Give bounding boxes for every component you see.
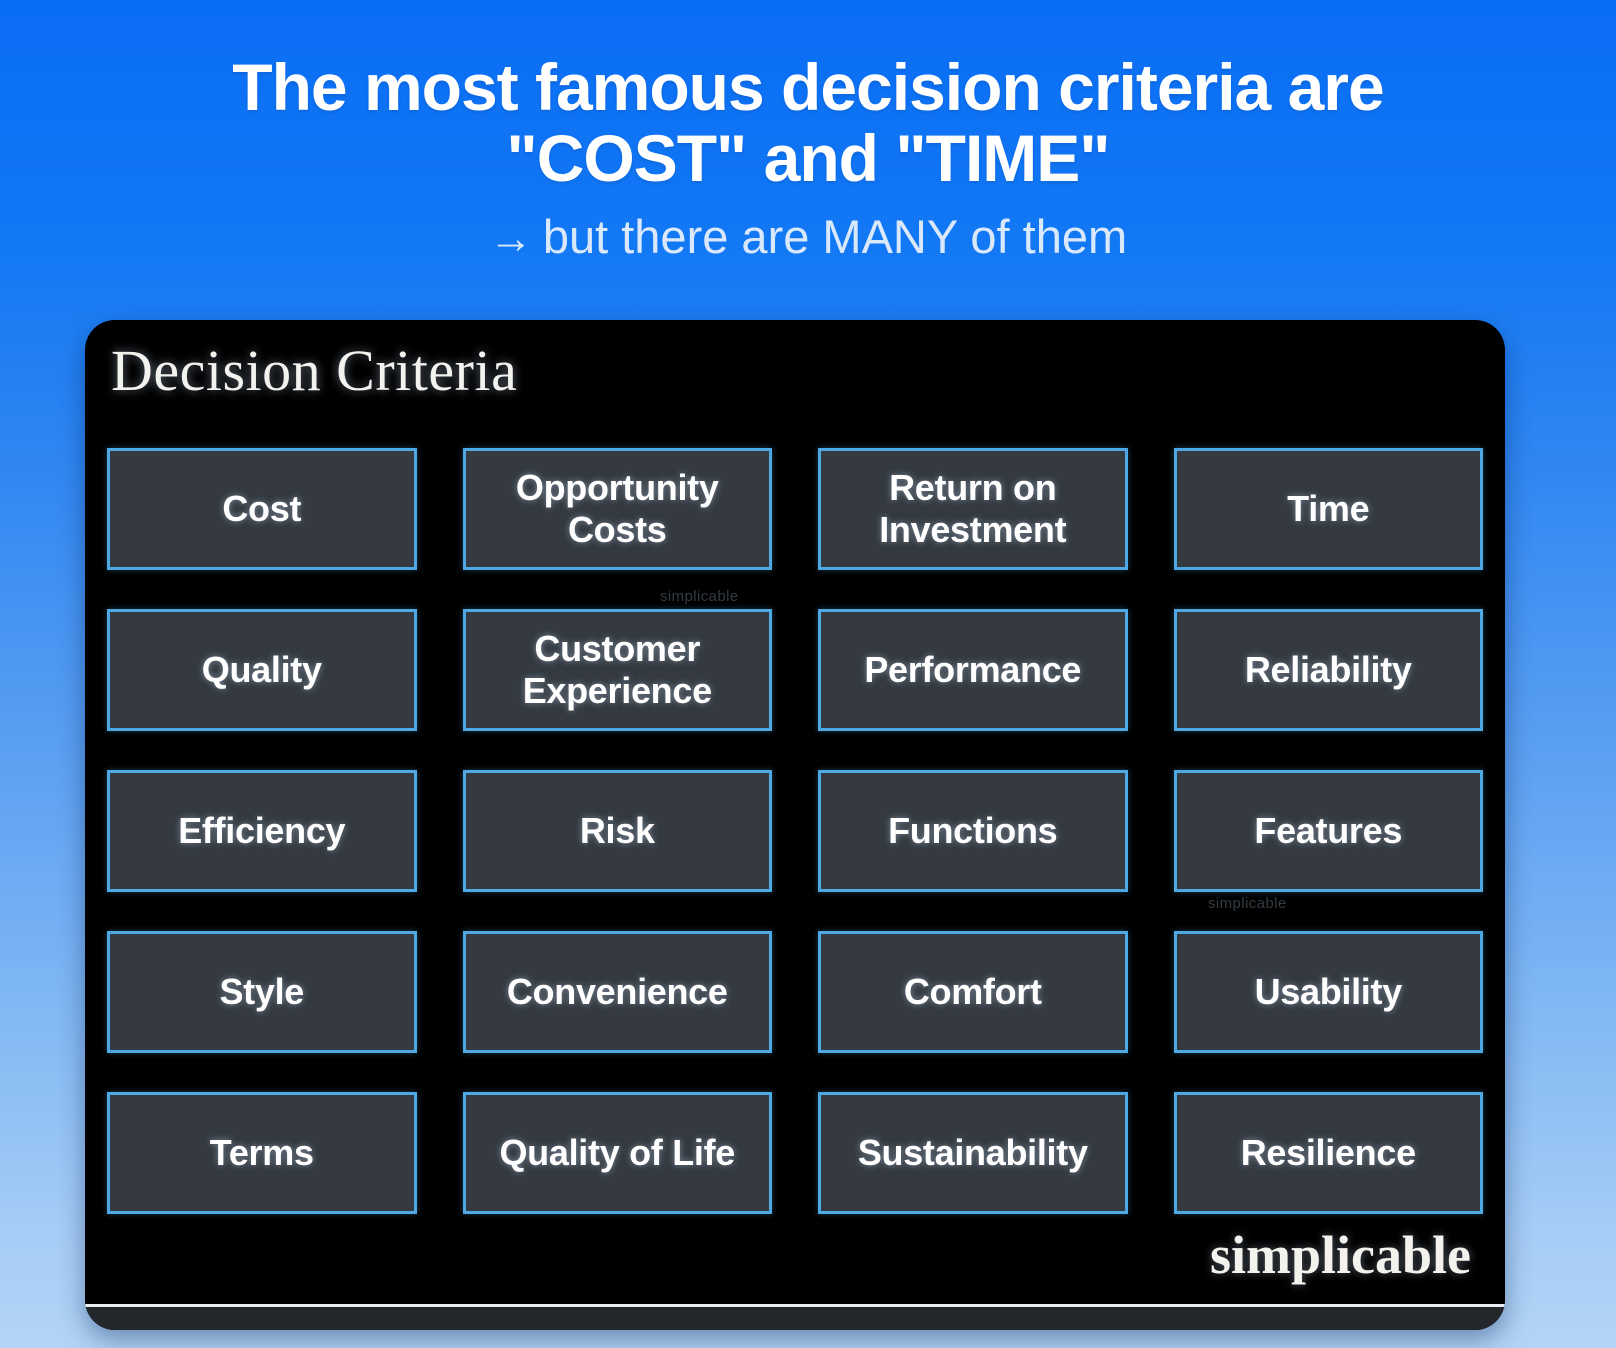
criteria-tile[interactable]: Cost	[107, 448, 417, 570]
criteria-tile-label: Efficiency	[178, 809, 346, 851]
criteria-tile[interactable]: Opportunity Costs	[462, 448, 772, 570]
criteria-tile[interactable]: Comfort	[818, 931, 1128, 1053]
criteria-card: Decision Criteria Cost Opportunity Costs R…	[85, 320, 1505, 1330]
criteria-tile-label: Style	[219, 970, 305, 1012]
criteria-tile-label: Comfort	[903, 970, 1042, 1012]
criteria-tile-label: Functions	[888, 809, 1058, 851]
criteria-tile[interactable]: Convenience	[462, 931, 772, 1053]
criteria-tile[interactable]: Sustainability	[818, 1092, 1128, 1214]
criteria-tile[interactable]: Efficiency	[107, 770, 417, 892]
headline-line-1: The most famous decision criteria are	[232, 50, 1384, 124]
criteria-tile-label: Performance	[864, 648, 1082, 690]
criteria-card-wrapper: Decision Criteria Cost Opportunity Costs R…	[85, 320, 1505, 1330]
page-headline: The most famous decision criteria are "C…	[0, 50, 1616, 196]
criteria-tile-label: Return on Investment	[879, 466, 1067, 550]
page-header: The most famous decision criteria are "C…	[0, 0, 1616, 264]
card-title: Decision Criteria	[111, 338, 518, 403]
criteria-tile[interactable]: Reliability	[1173, 609, 1483, 731]
criteria-tile-label: Resilience	[1240, 1131, 1416, 1173]
criteria-grid: Cost Opportunity Costs Return on Investment…	[107, 448, 1483, 1214]
criteria-tile[interactable]: Style	[107, 931, 417, 1053]
criteria-tile[interactable]: Features	[1173, 770, 1483, 892]
criteria-tile[interactable]: Performance	[818, 609, 1128, 731]
criteria-tile-label: Features	[1254, 809, 1403, 851]
criteria-tile-label: Time	[1287, 487, 1370, 529]
criteria-tile-label: Usability	[1254, 970, 1403, 1012]
headline-line-2: "COST" and "TIME"	[506, 121, 1110, 196]
criteria-tile-label: Quality of Life	[499, 1131, 735, 1173]
criteria-tile-label: Sustainability	[857, 1131, 1088, 1173]
criteria-tile[interactable]: Return on Investment	[818, 448, 1128, 570]
criteria-tile-label: Reliability	[1244, 648, 1412, 690]
criteria-tile[interactable]: Terms	[107, 1092, 417, 1214]
page-subheadline: → but there are MANY of them	[0, 209, 1616, 264]
criteria-tile-label: Risk	[579, 809, 655, 851]
criteria-tile-label: Quality	[201, 648, 322, 690]
card-footer-strip	[85, 1304, 1505, 1330]
arrow-right-icon: →	[488, 213, 533, 263]
criteria-tile[interactable]: Quality of Life	[462, 1092, 772, 1214]
criteria-tile[interactable]: Usability	[1173, 931, 1483, 1053]
criteria-tile[interactable]: Functions	[818, 770, 1128, 892]
criteria-tile-label: Convenience	[506, 970, 728, 1012]
subheadline-text: but there are MANY of them	[542, 209, 1128, 263]
criteria-tile[interactable]: Time	[1173, 448, 1483, 570]
criteria-tile-label: Opportunity Costs	[515, 466, 719, 550]
criteria-tile-label: Cost	[222, 487, 302, 529]
criteria-tile[interactable]: Resilience	[1173, 1092, 1483, 1214]
criteria-tile[interactable]: Customer Experience	[462, 609, 772, 731]
criteria-tile-label: Terms	[209, 1131, 314, 1173]
criteria-tile[interactable]: Quality	[107, 609, 417, 731]
criteria-tile-label: Customer Experience	[522, 627, 712, 711]
criteria-tile[interactable]: Risk	[462, 770, 772, 892]
simplicable-logo: simplicable	[1209, 1225, 1471, 1285]
